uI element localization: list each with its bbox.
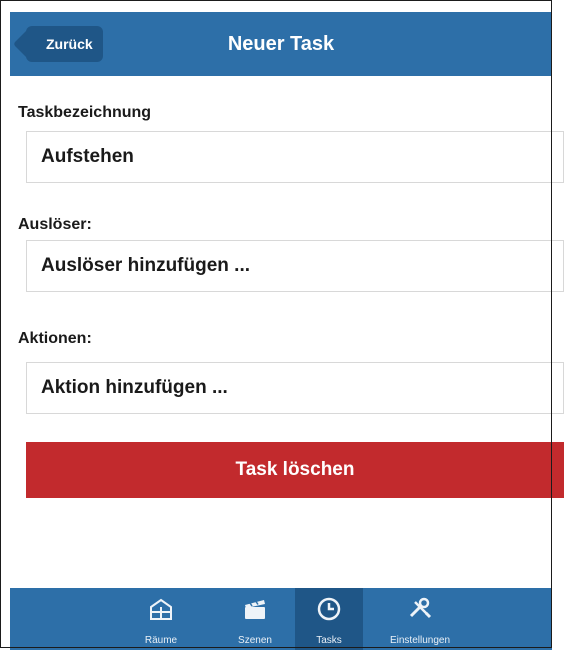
task-name-label: Taskbezeichnung: [18, 104, 152, 121]
tab-settings[interactable]: Einstellungen: [370, 588, 470, 650]
app-screen: Zurück Neuer Task Taskbezeichnung Aufste…: [0, 0, 564, 650]
tab-rooms[interactable]: Räume: [130, 588, 192, 650]
actions-label: Aktionen:: [18, 330, 92, 347]
task-name-input[interactable]: Aufstehen: [26, 131, 564, 183]
scenes-icon: [245, 600, 265, 619]
back-button-label: Zurück: [46, 36, 93, 52]
back-button[interactable]: Zurück: [26, 26, 103, 62]
rooms-icon: [150, 598, 172, 620]
screen-border: [0, 0, 552, 648]
tab-rooms-label: Räume: [144, 635, 178, 646]
clock-icon: [317, 597, 341, 621]
settings-icon: [409, 597, 432, 619]
add-trigger-field[interactable]: Auslöser hinzufügen ...: [26, 240, 564, 292]
tab-settings-label: Einstellungen: [389, 635, 451, 646]
tab-tasks[interactable]: Tasks: [295, 588, 363, 650]
tab-scenes-label: Szenen: [238, 635, 272, 646]
tab-tasks-label: Tasks: [316, 635, 342, 646]
add-action-field[interactable]: Aktion hinzufügen ...: [26, 362, 564, 414]
top-nav-bar: Zurück Neuer Task: [10, 12, 552, 76]
triggers-label: Auslöser:: [18, 216, 92, 233]
tab-scenes[interactable]: Szenen: [224, 588, 286, 650]
bottom-tab-bar: Räume Szenen Tasks Einstellungen: [10, 588, 552, 650]
delete-task-button[interactable]: Task löschen: [26, 442, 564, 498]
